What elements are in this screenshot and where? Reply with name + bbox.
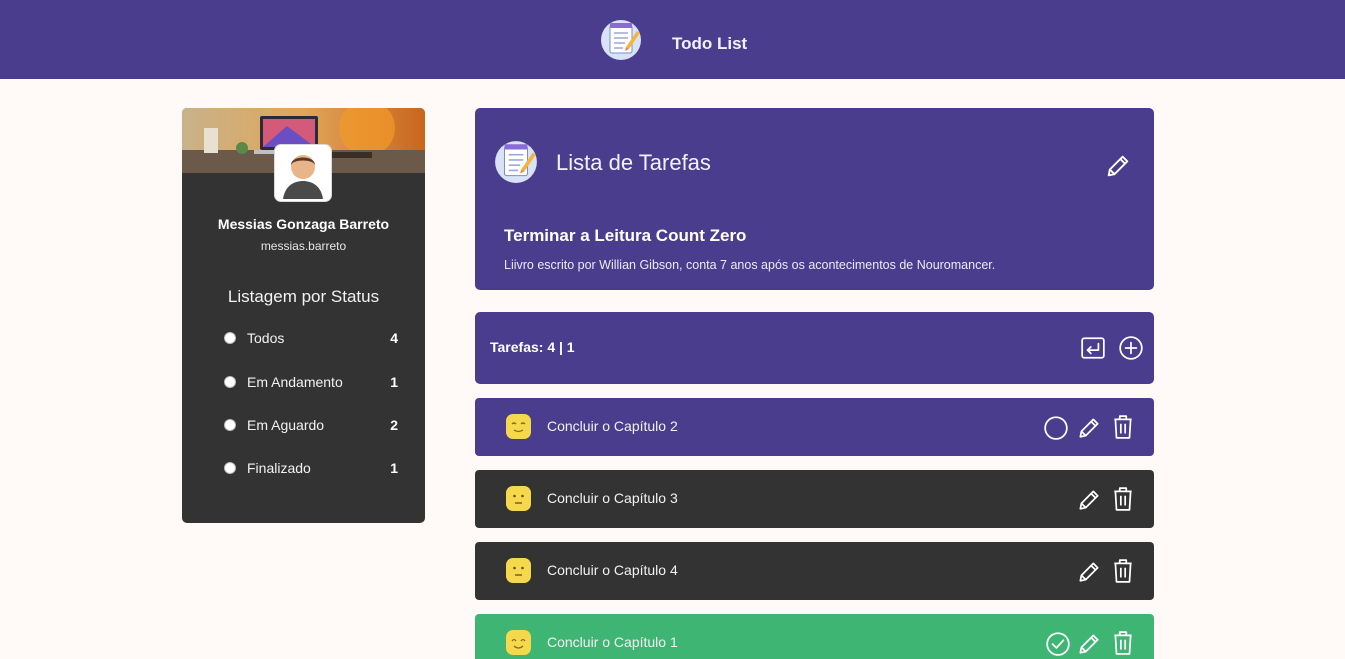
delete-task-button[interactable] (1110, 485, 1136, 513)
status-label: Finalizado (247, 460, 311, 476)
task-counter-bar: Tarefas: 4 | 1 (475, 312, 1154, 384)
status-filter-todos[interactable]: Todos 4 (224, 329, 398, 349)
edit-list-button[interactable] (1104, 152, 1132, 180)
task-counter: Tarefas: 4 | 1 (490, 339, 575, 355)
smiling-face-icon (505, 413, 532, 440)
list-header-card: Lista de Tarefas Terminar a Leitura Coun… (475, 108, 1154, 290)
status-label: Em Andamento (247, 374, 343, 390)
list-title: Lista de Tarefas (556, 150, 711, 175)
task-label: Concluir o Capítulo 2 (547, 418, 678, 434)
radio-button[interactable] (224, 376, 236, 388)
happy-face-icon (505, 629, 532, 656)
status-count: 1 (390, 374, 398, 390)
list-description-title: Terminar a Leitura Count Zero (504, 226, 747, 245)
status-filter-em-aguardo[interactable]: Em Aguardo 2 (224, 416, 398, 436)
delete-task-button[interactable] (1110, 557, 1136, 585)
task-row[interactable]: Concluir o Capítulo 2 (475, 398, 1154, 456)
radio-button[interactable] (224, 462, 236, 474)
task-label: Concluir o Capítulo 4 (547, 562, 678, 578)
delete-task-button[interactable] (1110, 629, 1136, 657)
user-name: Messias Gonzaga Barreto (217, 216, 390, 232)
pencil-icon (1079, 490, 1099, 510)
app-title: Todo List (672, 34, 748, 53)
status-filter-finalizado[interactable]: Finalizado 1 (224, 459, 398, 479)
add-task-button[interactable] (1118, 335, 1144, 361)
edit-task-button[interactable] (1076, 557, 1102, 585)
complete-task-button[interactable] (1043, 413, 1069, 441)
status-label: Todos (247, 330, 285, 346)
profile-sidebar: Messias Gonzaga Barreto messias.barreto … (182, 108, 425, 523)
pencil-icon (1079, 562, 1099, 582)
check-circle-icon (1046, 632, 1070, 656)
pencil-icon (1079, 418, 1099, 438)
status-count: 4 (390, 330, 398, 346)
notepad-checklist-icon (599, 17, 643, 61)
neutral-face-icon (505, 557, 532, 584)
edit-task-button[interactable] (1076, 485, 1102, 513)
radio-button[interactable] (224, 419, 236, 431)
completed-check-button[interactable] (1045, 629, 1071, 657)
list-description-text: Liivro escrito por Willian Gibson, conta… (504, 258, 996, 272)
circle-icon (1044, 416, 1068, 440)
notepad-checklist-icon (493, 138, 539, 184)
user-handle: messias.barreto (260, 239, 347, 253)
pencil-icon (1079, 634, 1099, 654)
task-label: Concluir o Capítulo 1 (547, 634, 678, 650)
task-row[interactable]: Concluir o Capítulo 1 (475, 614, 1154, 659)
enter-return-button[interactable] (1080, 335, 1106, 361)
radio-button[interactable] (224, 332, 236, 344)
task-row[interactable]: Concluir o Capítulo 4 (475, 542, 1154, 600)
top-bar: Todo List (0, 0, 1345, 79)
edit-task-button[interactable] (1076, 629, 1102, 657)
status-filter-em-andamento[interactable]: Em Andamento 1 (224, 373, 398, 393)
return-icon (1081, 337, 1105, 359)
status-label: Em Aguardo (247, 417, 325, 433)
neutral-face-icon (505, 485, 532, 512)
pencil-icon (1107, 155, 1129, 177)
avatar[interactable] (275, 145, 331, 201)
task-label: Concluir o Capítulo 3 (547, 490, 678, 506)
status-heading: Listagem por Status (227, 287, 380, 306)
status-count: 1 (390, 460, 398, 476)
status-count: 2 (390, 417, 398, 433)
delete-task-button[interactable] (1110, 413, 1136, 441)
task-row[interactable]: Concluir o Capítulo 3 (475, 470, 1154, 528)
edit-task-button[interactable] (1076, 413, 1102, 441)
